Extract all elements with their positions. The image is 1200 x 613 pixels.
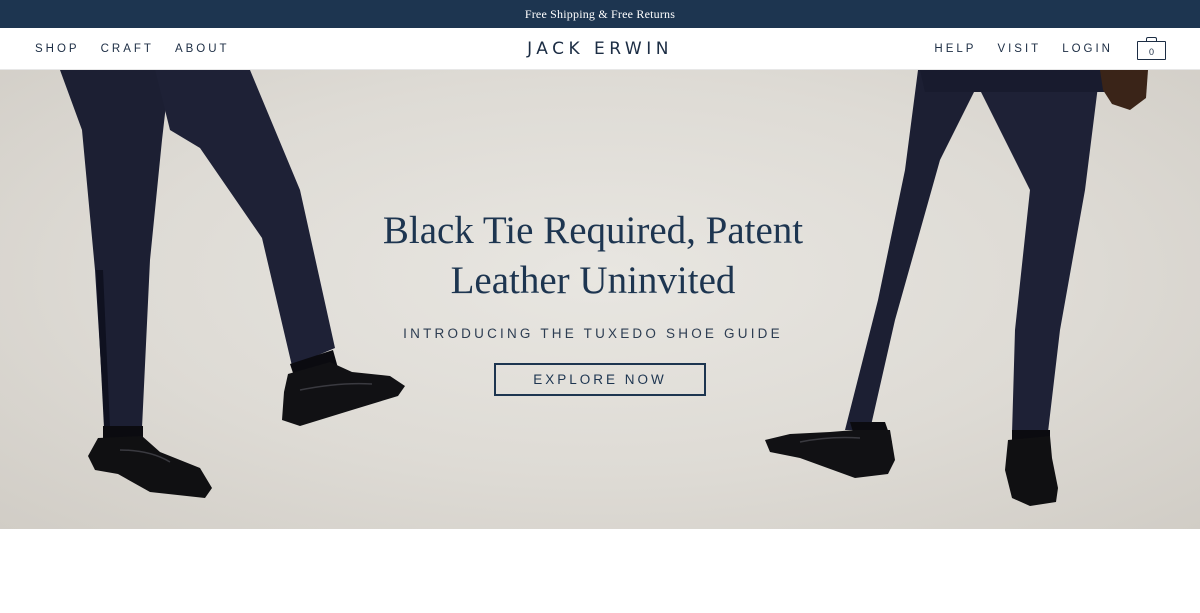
hero-title: Black Tie Required, Patent Leather Uninv… [300,206,886,306]
cart-count: 0 [1137,41,1166,60]
explore-now-button[interactable]: EXPLORE NOW [494,363,706,396]
hero-text-block: Black Tie Required, Patent Leather Uninv… [300,206,886,341]
hero-title-line-2: Leather Uninvited [450,259,736,302]
promo-bar: Free Shipping & Free Returns [0,0,1200,28]
nav-login-link[interactable]: LOGIN [1062,43,1113,55]
hero-title-line-1: Black Tie Required, Patent [382,209,804,252]
nav-visit-link[interactable]: VISIT [997,43,1041,55]
nav-shop-link[interactable]: SHOP [35,43,80,55]
hero-banner: Black Tie Required, Patent Leather Uninv… [0,70,1200,529]
hero-subtitle: INTRODUCING THE TUXEDO SHOE GUIDE [403,326,783,341]
cart-button[interactable]: 0 [1137,37,1166,61]
brand-logo[interactable]: JACK ERWIN [527,39,673,59]
promo-text: Free Shipping & Free Returns [524,6,676,21]
primary-nav: SHOP CRAFT ABOUT [35,28,251,70]
nav-help-link[interactable]: HELP [934,43,976,55]
nav-craft-link[interactable]: CRAFT [101,43,154,55]
nav-about-link[interactable]: ABOUT [175,43,230,55]
utility-nav: HELP VISIT LOGIN [913,28,1113,70]
site-header: SHOP CRAFT ABOUT JACK ERWIN HELP VISIT L… [0,28,1200,70]
